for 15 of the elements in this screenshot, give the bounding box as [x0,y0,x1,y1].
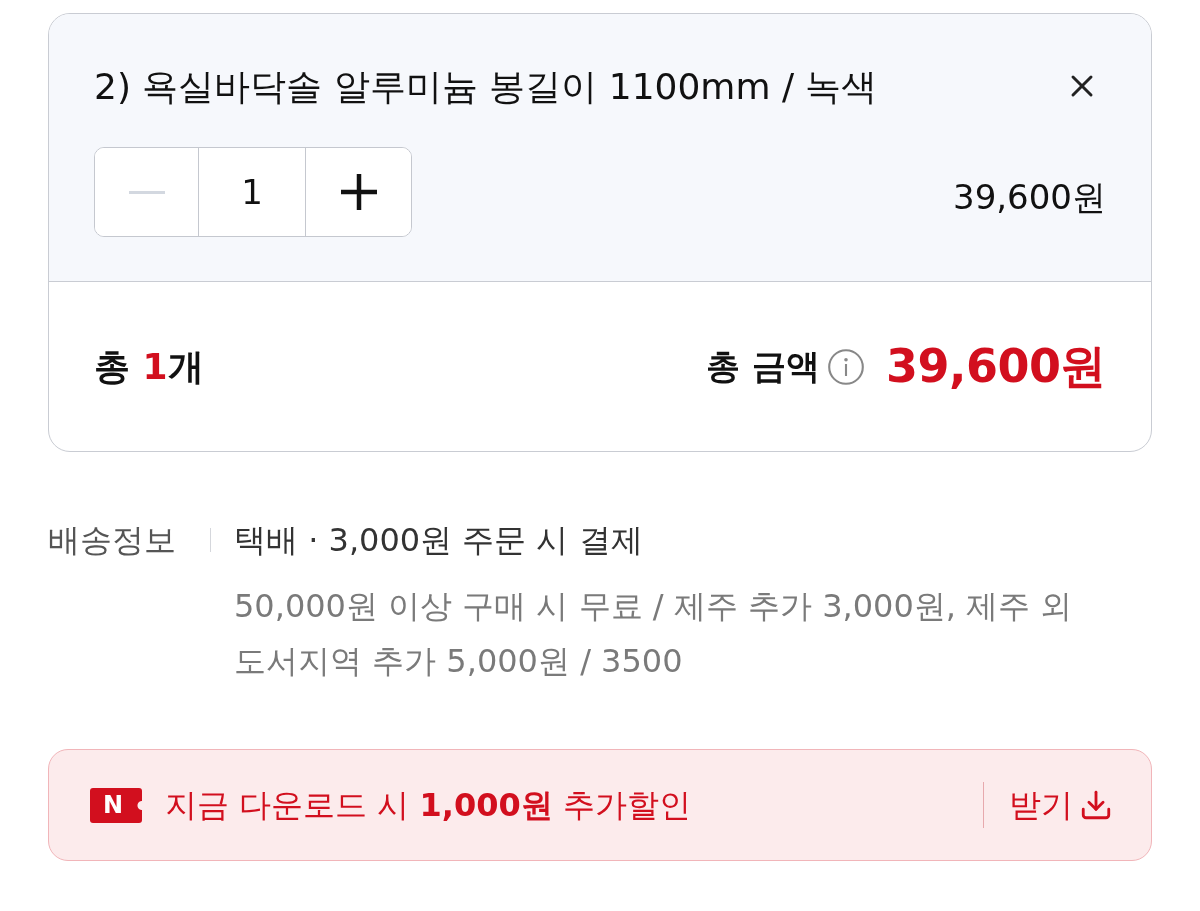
coupon-tag: N [90,787,142,823]
shipping-label: 배송정보 [48,519,177,561]
option-price: 39,600원 [953,175,1106,219]
coupon-message: 지금 다운로드 시 1,000원 추가할인 [165,785,691,826]
plus-icon [340,174,377,210]
download-icon [1079,788,1113,822]
minus-icon [128,190,165,194]
option-title: 2) 욕실바닥솔 알루미늄 봉길이 1100mm / 녹색 [94,65,878,109]
info-icon[interactable] [828,348,864,385]
shipping-details: 50,000원 이상 구매 시 무료 / 제주 추가 3,000원, 제주 외 도서지역 추가 5,000원 / 3500 [234,586,1074,682]
download-coupon-button[interactable]: 받기 [1009,781,1113,829]
shipping-method: 택배 · 3,000원 주문 시 결제 [234,519,643,561]
total-amount: 39,600원 [886,338,1106,395]
total-count: 총 1개 [94,344,204,389]
total-amount-label: 총 금액 [706,345,820,388]
